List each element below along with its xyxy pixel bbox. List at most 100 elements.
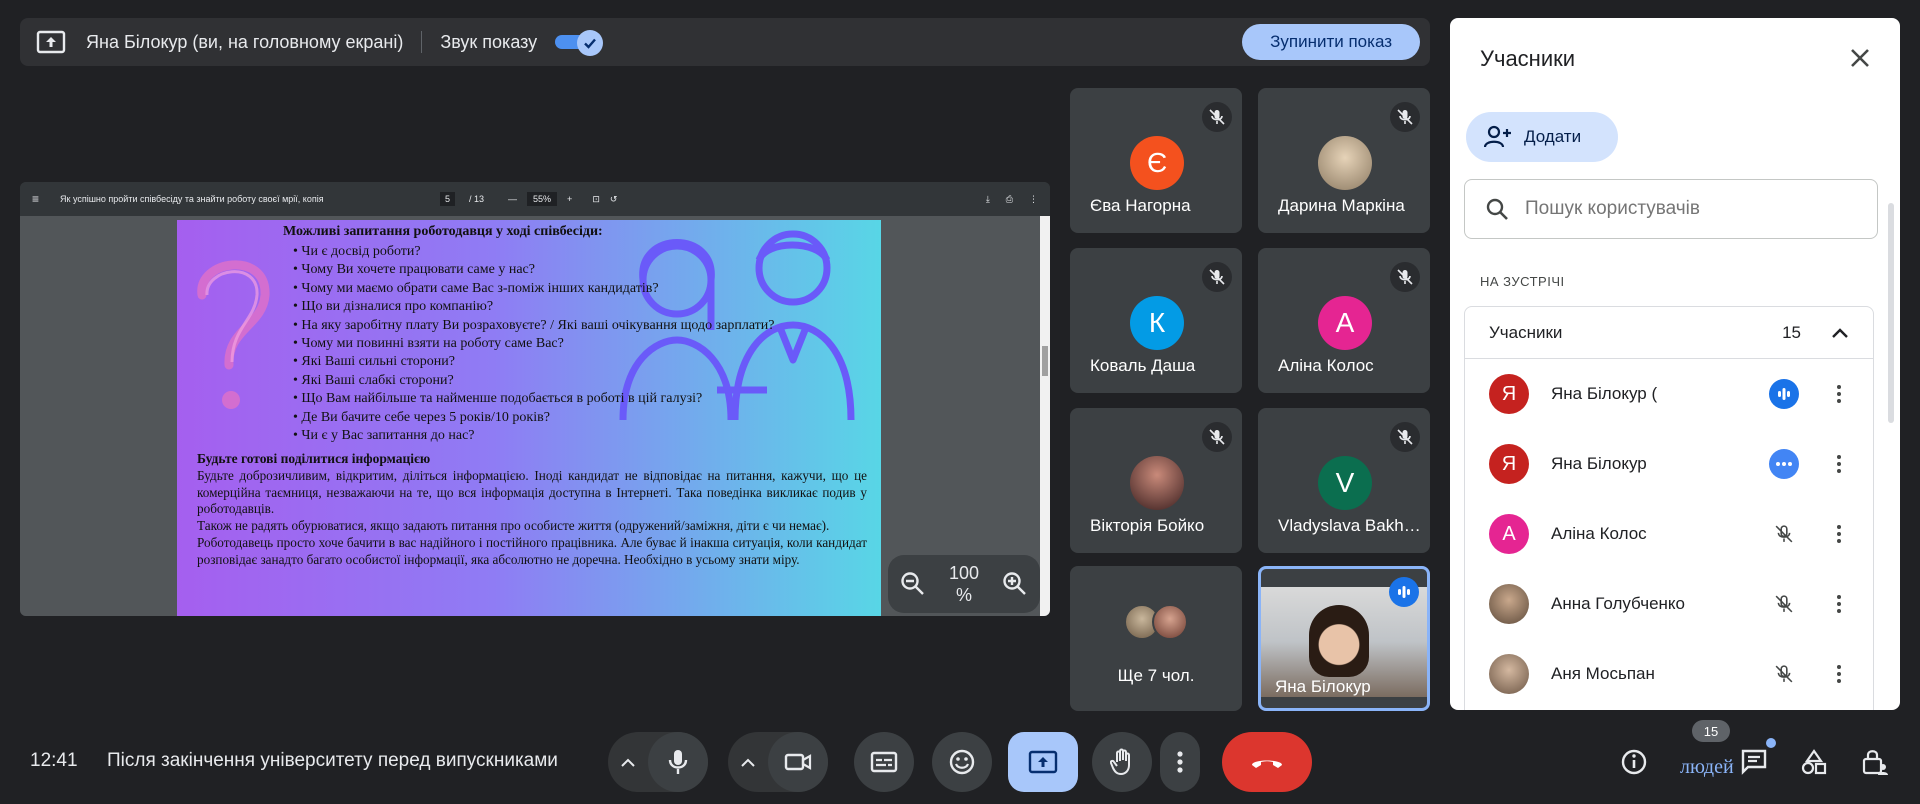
- camera-button[interactable]: [768, 732, 828, 792]
- bottom-bar: 12:41 Після закінчення університету пере…: [0, 720, 1920, 804]
- speaking-icon: [1769, 379, 1799, 409]
- participant-tile[interactable]: К Коваль Даша: [1070, 248, 1242, 393]
- download-icon[interactable]: ⤓: [986, 194, 990, 205]
- add-label: Додати: [1524, 127, 1582, 146]
- page-controls: 5 / 13 — 55% + ⊡ ↺: [440, 192, 617, 206]
- close-icon[interactable]: [1846, 44, 1874, 72]
- pdf-scrollbar[interactable]: [1040, 216, 1050, 616]
- mic-off-icon: [1769, 659, 1799, 689]
- participant-tile[interactable]: А Аліна Колос: [1258, 248, 1430, 393]
- presenter-label: Яна Білокур (ви, на головному екрані): [86, 31, 404, 52]
- participant-name: Яна Білокур: [1275, 677, 1371, 696]
- more-vert-icon[interactable]: [1829, 385, 1849, 403]
- emoji-icon: [949, 749, 975, 775]
- print-icon[interactable]: ⎙: [1006, 194, 1013, 205]
- search-icon: [1486, 198, 1508, 220]
- chevron-up-icon[interactable]: [608, 732, 648, 792]
- chevron-up-icon[interactable]: [728, 732, 768, 792]
- raise-hand-button[interactable]: [1092, 732, 1152, 792]
- emoji-button[interactable]: [932, 732, 992, 792]
- page-number[interactable]: 5: [440, 192, 456, 206]
- participant-name: Анна Голубченко: [1551, 594, 1686, 613]
- list-item: Чи є у Вас запитання до нас?: [293, 427, 775, 445]
- add-people-button[interactable]: Додати: [1466, 112, 1618, 162]
- camera-group: [728, 732, 828, 792]
- more-options-button[interactable]: [1160, 732, 1200, 792]
- toggle-knob: [577, 30, 604, 56]
- scroll-thumb[interactable]: [1042, 346, 1048, 376]
- chevron-up-icon[interactable]: [1831, 327, 1849, 339]
- slide-body: Будьте доброзичливим, відкритим, ділітьс…: [197, 468, 867, 568]
- divider: [421, 31, 423, 53]
- meeting-info-button[interactable]: [1612, 740, 1656, 784]
- info-icon: [1621, 749, 1647, 775]
- people-panel: Учасники Додати НА ЗУСТРІЧІ Учасники 15 …: [1450, 18, 1900, 710]
- more-participants-tile[interactable]: Ще 7 чол.: [1070, 566, 1242, 711]
- leave-call-button[interactable]: [1222, 732, 1312, 792]
- more-vert-icon[interactable]: ⋮: [1029, 194, 1038, 205]
- host-controls-button[interactable]: [1852, 740, 1896, 784]
- pdf-zoom[interactable]: 55%: [527, 192, 558, 206]
- speaking-icon: [1389, 577, 1419, 607]
- zoom-out-icon[interactable]: [900, 571, 926, 597]
- zoom-unit: %: [955, 585, 972, 605]
- list-item[interactable]: Аня Мосьпан: [1465, 639, 1873, 709]
- list-item: Чому Ви хочете працювати саме у нас?: [293, 261, 775, 279]
- sound-toggle[interactable]: [555, 30, 604, 56]
- self-tile[interactable]: Яна Білокур: [1258, 566, 1430, 711]
- participant-count: 15: [1782, 322, 1801, 342]
- search-input[interactable]: [1525, 198, 1855, 220]
- list-item[interactable]: А Аліна Колос: [1465, 499, 1873, 569]
- hand-icon: [1110, 748, 1130, 776]
- more-vert-icon[interactable]: [1829, 595, 1849, 613]
- zoom-in-icon[interactable]: [1002, 571, 1028, 597]
- more-vert-icon[interactable]: [1829, 665, 1849, 683]
- chat-button[interactable]: [1732, 738, 1776, 784]
- panel-scrollbar[interactable]: [1888, 203, 1894, 423]
- participant-tile[interactable]: Вікторія Бойко: [1070, 408, 1242, 553]
- meeting-title: Після закінчення університету перед випу…: [107, 750, 558, 771]
- avatar: V: [1318, 456, 1372, 510]
- present-button[interactable]: [1008, 732, 1078, 792]
- participant-name: Єва Нагорна: [1090, 196, 1191, 215]
- zoom-out-icon[interactable]: —: [508, 194, 517, 204]
- rotate-icon[interactable]: ↺: [610, 194, 618, 205]
- more-vert-icon[interactable]: [1829, 525, 1849, 543]
- slide-subheading: Будьте готові поділитися інформацією: [197, 451, 431, 466]
- mic-off-icon: [1390, 422, 1420, 452]
- avatar: [1489, 584, 1529, 624]
- pdf-toolbar: ≡ Як успішно пройти співбесіду та знайти…: [20, 182, 1050, 216]
- paragraph: Роботодавець просто хоче бачити в вас на…: [197, 534, 867, 567]
- mic-button[interactable]: [648, 732, 708, 792]
- list-item: Які Ваші сильні сторони?: [293, 353, 775, 371]
- avatar: К: [1130, 296, 1184, 350]
- captions-button[interactable]: [854, 732, 914, 792]
- participant-name: Vladyslava Bakhmut: [1278, 516, 1423, 535]
- camera-icon: [784, 753, 812, 771]
- mic-group: [608, 732, 708, 792]
- search-box[interactable]: [1464, 179, 1878, 239]
- stop-presenting-button[interactable]: Зупинити показ: [1242, 24, 1420, 60]
- participant-name: Аліна Колос: [1278, 356, 1374, 375]
- participant-tile[interactable]: Дарина Маркіна: [1258, 88, 1430, 233]
- fit-page-icon[interactable]: ⊡: [592, 194, 600, 205]
- avatar: Я: [1489, 374, 1529, 414]
- participant-tile[interactable]: Є Єва Нагорна: [1070, 88, 1242, 233]
- participant-name: Аня Мосьпан: [1551, 664, 1655, 683]
- mic-off-icon: [1202, 422, 1232, 452]
- list-item: Що ви дізналися про компанію?: [293, 298, 775, 316]
- activities-button[interactable]: [1792, 740, 1836, 784]
- menu-icon[interactable]: ≡: [32, 192, 44, 206]
- mic-off-icon: [1769, 519, 1799, 549]
- zoom-in-icon[interactable]: +: [567, 194, 572, 204]
- lock-person-icon: [1862, 750, 1888, 775]
- more-vert-icon[interactable]: [1829, 455, 1849, 473]
- list-header[interactable]: Учасники 15: [1465, 307, 1873, 359]
- page-total: / 13: [469, 194, 485, 204]
- participant-tile[interactable]: V Vladyslava Bakhmut: [1258, 408, 1430, 553]
- participants-list: Учасники 15 Я Яна Білокур ( Я Яна Білоку…: [1464, 306, 1874, 710]
- avatar: [1318, 136, 1372, 190]
- list-item[interactable]: Я Яна Білокур (: [1465, 359, 1873, 429]
- list-item[interactable]: Я Яна Білокур: [1465, 429, 1873, 499]
- list-item[interactable]: Анна Голубченко: [1465, 569, 1873, 639]
